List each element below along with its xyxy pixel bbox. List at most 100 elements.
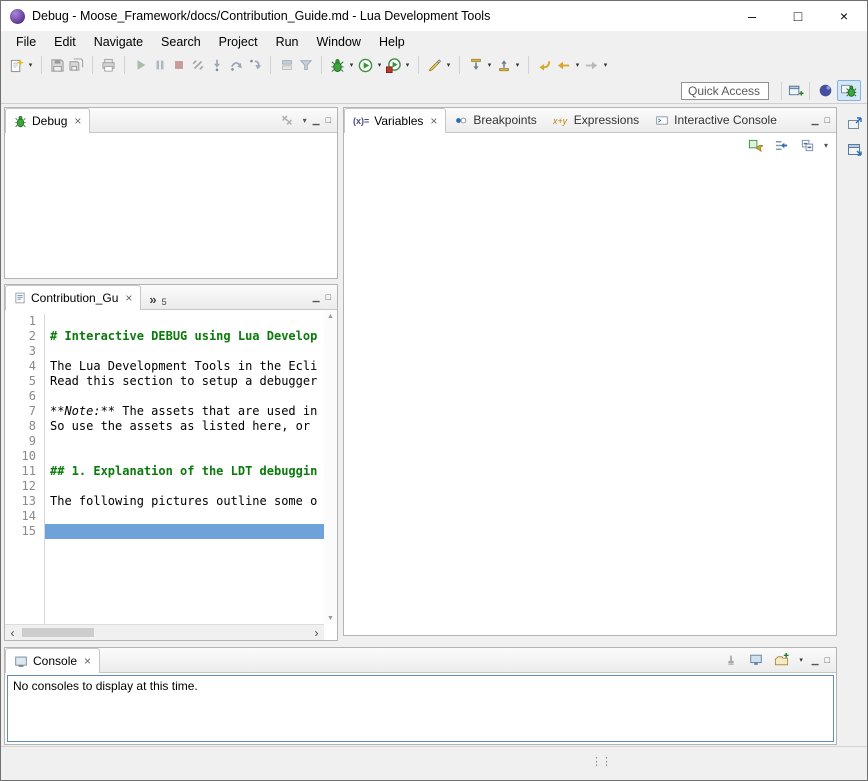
app-logo-icon[interactable] xyxy=(10,9,25,24)
code-area[interactable]: # Interactive DEBUG using Lua Develop Th… xyxy=(45,314,324,624)
maximize-icon[interactable]: □ xyxy=(825,115,830,125)
code-line[interactable] xyxy=(45,389,324,404)
previous-annotation-dropdown-icon[interactable]: ▾ xyxy=(513,61,522,69)
close-icon[interactable]: × xyxy=(125,291,132,305)
code-line[interactable] xyxy=(45,344,324,359)
external-tools-dropdown-icon[interactable]: ▾ xyxy=(403,61,412,69)
line-number[interactable]: 4 xyxy=(5,359,44,374)
suspend-button[interactable] xyxy=(150,56,169,75)
disconnect-button[interactable] xyxy=(188,56,207,75)
line-number-gutter[interactable]: 1 2 3 4 5 6 7 8 9 10 11 12 13 14 15 xyxy=(5,314,45,624)
tab-interactive-console[interactable]: Interactive Console xyxy=(647,108,785,132)
menu-help[interactable]: Help xyxy=(370,33,414,51)
window-maximize-button[interactable]: □ xyxy=(775,1,821,31)
quick-access-input[interactable]: Quick Access xyxy=(681,82,769,100)
run-dropdown-icon[interactable]: ▾ xyxy=(375,61,384,69)
line-number[interactable]: 8 xyxy=(5,419,44,434)
line-number[interactable]: 13 xyxy=(5,494,44,509)
line-number[interactable]: 11 xyxy=(5,464,44,479)
terminate-button[interactable] xyxy=(169,56,188,75)
line-number[interactable]: 2 xyxy=(5,329,44,344)
scroll-down-icon[interactable]: ▼ xyxy=(327,615,334,622)
tab-breakpoints[interactable]: Breakpoints xyxy=(446,108,544,132)
minimize-icon[interactable]: ▁ xyxy=(313,115,320,126)
menu-file[interactable]: File xyxy=(7,33,45,51)
view-menu-icon[interactable]: ▾ xyxy=(824,141,828,150)
mark-occurrences-button[interactable] xyxy=(425,56,444,75)
code-line[interactable]: The following pictures outline some o xyxy=(45,494,324,509)
debug-dropdown-icon[interactable]: ▾ xyxy=(347,61,356,69)
code-line[interactable] xyxy=(45,314,324,329)
resume-button[interactable] xyxy=(131,56,150,75)
editor-vertical-scrollbar[interactable]: ▲ ▼ xyxy=(324,311,337,624)
tab-contribution-guide[interactable]: Contribution_Gu × xyxy=(5,285,141,310)
code-line[interactable]: Read this section to setup a debugger xyxy=(45,374,324,389)
code-line[interactable] xyxy=(45,434,324,449)
new-wizard-button[interactable] xyxy=(7,56,26,75)
close-icon[interactable]: × xyxy=(430,114,437,128)
line-number[interactable]: 6 xyxy=(5,389,44,404)
close-icon[interactable]: × xyxy=(84,654,91,668)
tab-console[interactable]: Console × xyxy=(5,648,100,673)
view-menu-icon[interactable]: ▾ xyxy=(303,116,307,125)
tab-variables[interactable]: (x)= Variables × xyxy=(344,108,446,133)
code-line[interactable]: So use the assets as listed here, or xyxy=(45,419,324,434)
line-number[interactable]: 15 xyxy=(5,524,44,539)
external-tools-button[interactable] xyxy=(384,56,403,75)
step-over-button[interactable] xyxy=(226,56,245,75)
step-filters-button[interactable] xyxy=(296,56,315,75)
menu-navigate[interactable]: Navigate xyxy=(85,33,152,51)
scroll-right-icon[interactable]: › xyxy=(309,626,324,640)
menu-edit[interactable]: Edit xyxy=(45,33,85,51)
menu-project[interactable]: Project xyxy=(210,33,267,51)
run-button[interactable] xyxy=(356,56,375,75)
previous-annotation-button[interactable] xyxy=(494,56,513,75)
minimize-icon[interactable]: ▁ xyxy=(812,655,819,666)
maximize-icon[interactable]: □ xyxy=(825,655,830,665)
new-dropdown-icon[interactable]: ▾ xyxy=(26,61,35,69)
display-console-button[interactable] xyxy=(747,651,766,670)
last-edit-location-button[interactable] xyxy=(535,56,554,75)
forward-button[interactable] xyxy=(582,56,601,75)
variables-tree-area[interactable] xyxy=(344,159,836,635)
editor-body[interactable]: 1 2 3 4 5 6 7 8 9 10 11 12 13 14 15 # In… xyxy=(5,311,324,624)
code-line[interactable] xyxy=(45,479,324,494)
close-icon[interactable]: × xyxy=(74,114,81,128)
scroll-left-icon[interactable]: ‹ xyxy=(5,626,20,640)
debug-button[interactable] xyxy=(328,56,347,75)
code-line[interactable] xyxy=(45,509,324,524)
debug-tree-area[interactable] xyxy=(5,134,337,278)
step-return-button[interactable] xyxy=(245,56,264,75)
code-line-selected[interactable] xyxy=(45,524,324,539)
sash-handle[interactable]: ⋮⋮ xyxy=(591,755,611,768)
tab-debug[interactable]: Debug × xyxy=(5,108,90,133)
open-console-dropdown-icon[interactable]: ▾ xyxy=(797,656,806,664)
open-perspective-button[interactable] xyxy=(786,81,805,100)
code-line[interactable]: **Note:** The assets that are used in xyxy=(45,404,324,419)
remove-terminated-button[interactable] xyxy=(278,111,297,130)
forward-dropdown-icon[interactable]: ▾ xyxy=(601,61,610,69)
scrollbar-thumb[interactable] xyxy=(22,628,94,637)
print-button[interactable] xyxy=(99,56,118,75)
mark-occurrences-dropdown-icon[interactable]: ▾ xyxy=(444,61,453,69)
debug-perspective-button[interactable] xyxy=(837,80,861,101)
drop-to-frame-button[interactable] xyxy=(277,56,296,75)
line-number[interactable]: 12 xyxy=(5,479,44,494)
open-console-button[interactable] xyxy=(772,651,791,670)
menu-search[interactable]: Search xyxy=(152,33,210,51)
menu-window[interactable]: Window xyxy=(308,33,370,51)
code-line-heading[interactable]: ## 1. Explanation of the LDT debuggin xyxy=(45,464,324,479)
back-button[interactable] xyxy=(554,56,573,75)
next-annotation-dropdown-icon[interactable]: ▾ xyxy=(485,61,494,69)
show-type-names-button[interactable] xyxy=(746,136,765,155)
menu-run[interactable]: Run xyxy=(267,33,308,51)
collapse-all-button[interactable] xyxy=(798,136,817,155)
line-number[interactable]: 14 xyxy=(5,509,44,524)
save-all-button[interactable] xyxy=(67,56,86,75)
lua-perspective-button[interactable] xyxy=(814,80,837,101)
restore-view-button-top[interactable] xyxy=(846,115,864,133)
window-minimize-button[interactable]: – xyxy=(729,1,775,31)
show-logical-structure-button[interactable] xyxy=(772,136,791,155)
tab-overflow[interactable]: » 5 xyxy=(141,285,174,309)
window-close-button[interactable]: × xyxy=(821,1,867,31)
